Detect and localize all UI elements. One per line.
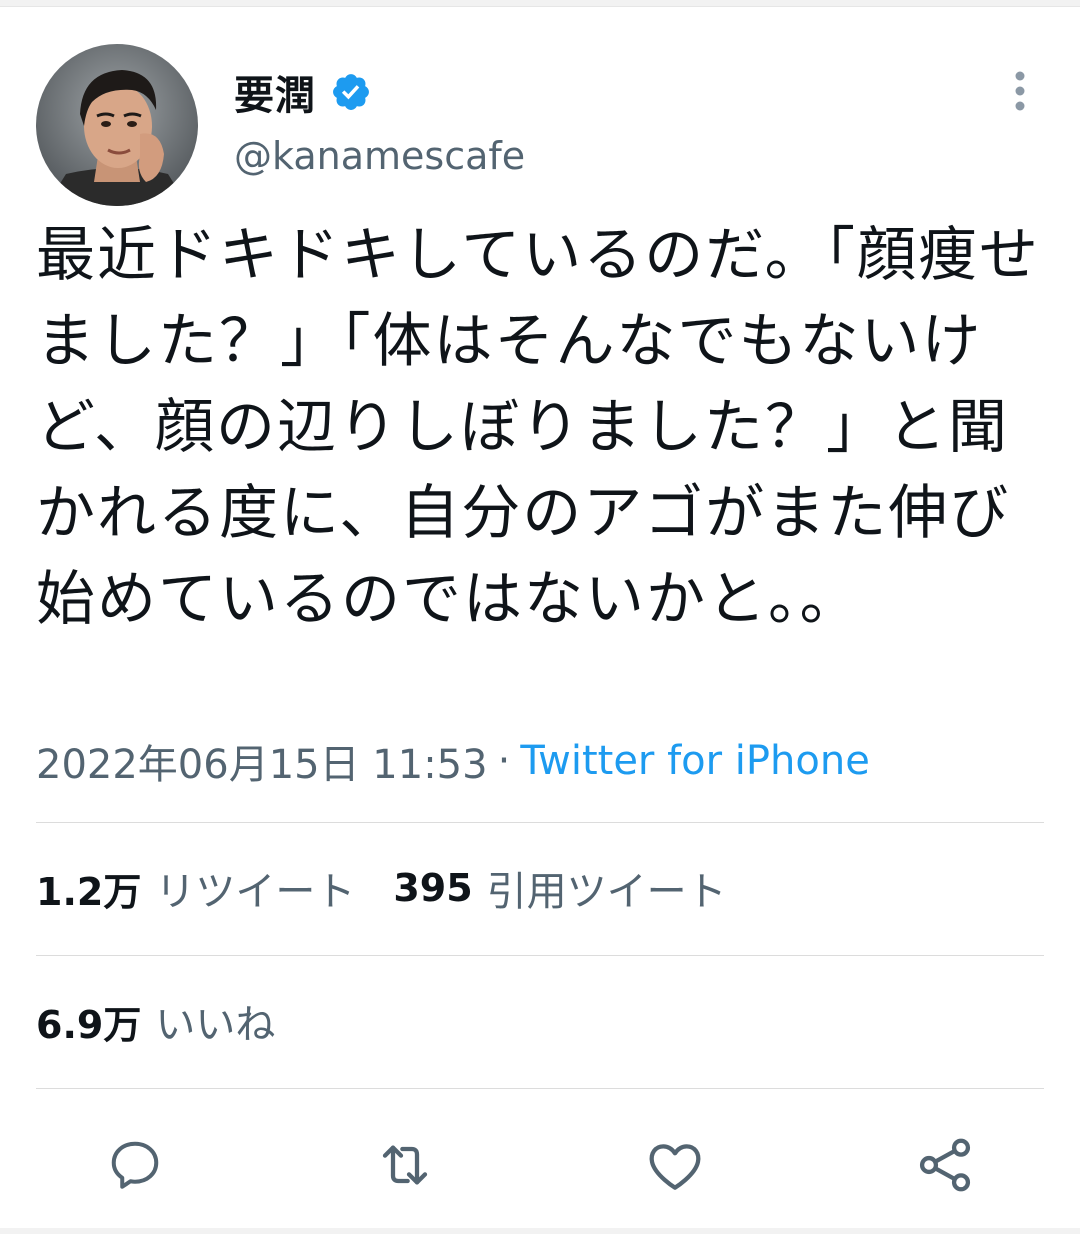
quotes-stat[interactable]: 395 引用ツイート: [393, 859, 726, 917]
retweets-count: 1.2万: [36, 869, 142, 914]
likes-count: 6.9万: [36, 1002, 142, 1047]
avatar[interactable]: [36, 44, 198, 206]
more-options-button[interactable]: [1000, 66, 1040, 116]
heart-icon: [649, 1144, 701, 1190]
verified-badge-icon: [330, 71, 372, 113]
tweet-meta: 2022年06月15日 11:53 · Twitter for iPhone: [36, 732, 870, 790]
tweet-detail: 要潤 @kanamescafe 最近ドキドキしているのだ。「顔痩せました？」「体…: [0, 0, 1080, 1234]
retweet-button[interactable]: [370, 1130, 440, 1200]
quotes-label: 引用ツイート: [486, 869, 727, 915]
author-header: 要潤: [234, 64, 372, 120]
timestamp[interactable]: 2022年06月15日 11:53: [36, 732, 488, 790]
divider: [36, 822, 1044, 823]
tweet-source-link[interactable]: Twitter for iPhone: [520, 738, 870, 784]
likes-stat[interactable]: 6.9万 いいね: [36, 992, 275, 1050]
action-bar: [0, 1120, 1080, 1210]
divider: [36, 955, 1044, 956]
display-name[interactable]: 要潤: [234, 63, 316, 121]
retweets-stat[interactable]: 1.2万 リツイート: [36, 859, 355, 917]
bottom-border: [0, 1228, 1080, 1234]
like-button[interactable]: [640, 1130, 710, 1200]
stats-row-retweets: 1.2万 リツイート 395 引用ツイート: [36, 858, 765, 918]
likes-label: いいね: [155, 1002, 276, 1048]
retweets-label: リツイート: [155, 869, 356, 915]
tweet-text: 最近ドキドキしているのだ。「顔痩せました？」「体はそんなでもないけど、顔の辺りし…: [36, 220, 1040, 633]
reply-icon: [111, 1141, 159, 1189]
share-button[interactable]: [910, 1130, 980, 1200]
divider: [36, 1088, 1044, 1089]
share-icon: [919, 1138, 971, 1192]
reply-button[interactable]: [100, 1130, 170, 1200]
more-vertical-icon: [1015, 71, 1025, 111]
username[interactable]: @kanamescafe: [234, 134, 525, 178]
meta-separator: ·: [497, 738, 511, 784]
retweet-icon: [382, 1145, 428, 1185]
stats-row-likes: 6.9万 いいね: [36, 991, 313, 1051]
quotes-count: 395: [393, 866, 473, 910]
